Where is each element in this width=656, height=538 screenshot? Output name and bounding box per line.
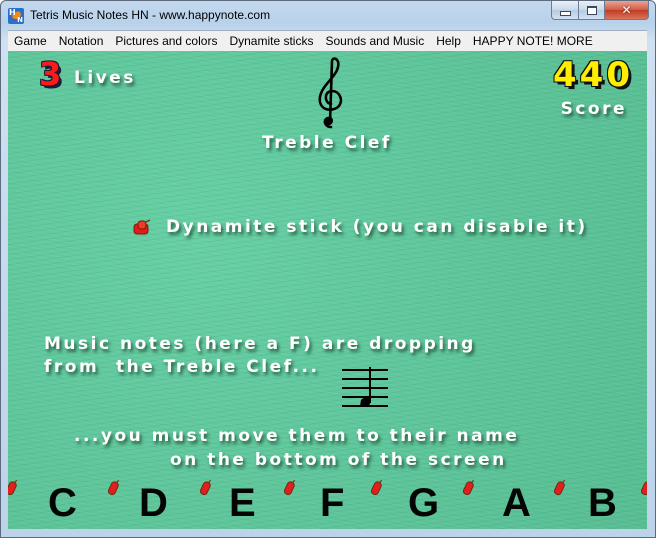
lives-count: 3 [39,55,62,93]
note-name-row: C D E F G A B [8,481,647,529]
note-target-g[interactable]: G [408,481,439,526]
note-target-d[interactable]: D [139,481,168,526]
instruction-line-3: ...you must move them to their name [74,426,520,446]
menu-help[interactable]: Help [430,32,467,51]
window-controls: ✕ [551,1,649,20]
score-value: 440 [553,55,633,95]
app-window: HN Tetris Music Notes HN - www.happynote… [0,0,656,538]
menu-notation[interactable]: Notation [53,32,110,51]
menu-pictures-and-colors[interactable]: Pictures and colors [109,32,223,51]
menu-bar: Game Notation Pictures and colors Dynami… [8,30,647,51]
window-title: Tetris Music Notes HN - www.happynote.co… [30,8,271,22]
minimize-button[interactable] [551,1,579,20]
menu-game[interactable]: Game [8,32,53,51]
title-bar[interactable]: HN Tetris Music Notes HN - www.happynote… [1,1,655,31]
minimize-icon [559,10,571,16]
menu-happy-note-more[interactable]: HAPPY NOTE! MORE [467,32,599,51]
note-target-a[interactable]: A [502,481,531,526]
maximize-icon [586,5,597,15]
note-target-c[interactable]: C [48,481,77,526]
note-on-staff-icon[interactable] [342,367,390,411]
note-target-f[interactable]: F [320,481,344,526]
dynamite-description: Dynamite stick (you can disable it) [166,217,588,237]
score-label: Score [560,99,627,119]
clef-label: Treble Clef [262,133,392,153]
happynote-app-icon[interactable]: HN [8,8,24,24]
treble-clef-icon [318,57,343,129]
menu-sounds-and-music[interactable]: Sounds and Music [319,32,430,51]
dynamite-stick-icon [133,219,151,235]
maximize-button[interactable] [579,1,605,20]
game-board[interactable]: 3 Lives 440 Score Treble Clef Dynamite s… [8,51,647,529]
note-target-b[interactable]: B [588,481,617,526]
lives-label: Lives [74,68,136,88]
close-button[interactable]: ✕ [605,1,649,20]
menu-dynamite-sticks[interactable]: Dynamite sticks [223,32,319,51]
note-target-e[interactable]: E [229,481,256,526]
instruction-line-4: on the bottom of the screen [170,450,507,470]
instruction-line-1: Music notes (here a F) are dropping [44,334,476,354]
instruction-line-2: from the Treble Clef... [44,357,320,377]
close-icon: ✕ [621,3,632,17]
